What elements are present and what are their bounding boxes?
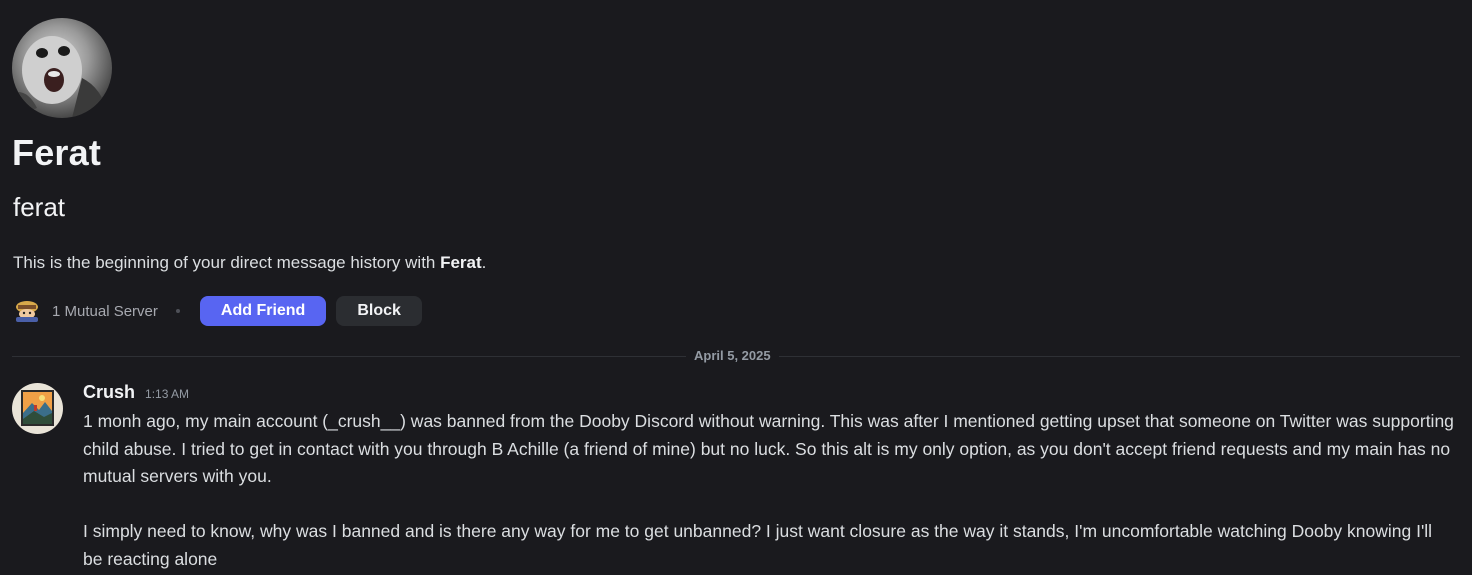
profile-username: ferat <box>13 192 66 222</box>
profile-actions-row: 1 Mutual Server Add Friend Block <box>12 296 422 326</box>
message-timestamp[interactable]: 1:13 AM <box>145 387 189 401</box>
crush-avatar-icon[interactable] <box>12 383 63 434</box>
ferret-avatar-icon[interactable] <box>12 18 112 118</box>
message-author[interactable]: Crush <box>83 382 135 403</box>
add-friend-button[interactable]: Add Friend <box>199 296 327 326</box>
message-header: Crush 1:13 AM <box>83 382 189 403</box>
intro-suffix: . <box>481 253 487 272</box>
dm-page: Ferat ferat This is the beginning of you… <box>0 0 1472 575</box>
message-paragraph: I simply need to know, why was I banned … <box>83 521 1433 569</box>
server-icon[interactable] <box>12 296 42 326</box>
mutual-servers-link[interactable]: 1 Mutual Server <box>52 303 158 320</box>
date-divider-label: April 5, 2025 <box>686 347 779 365</box>
intro-prefix: This is the beginning of your direct mes… <box>13 253 441 272</box>
message-content: 1 monh ago, my main account (_crush__) w… <box>83 408 1455 573</box>
separator-dot <box>175 309 180 313</box>
profile-display-name: Ferat <box>12 132 102 173</box>
block-button[interactable]: Block <box>336 296 422 326</box>
message-paragraph: 1 monh ago, my main account (_crush__) w… <box>83 411 1454 486</box>
dm-intro-text: This is the beginning of your direct mes… <box>13 252 486 274</box>
intro-name: Ferat <box>440 253 482 272</box>
